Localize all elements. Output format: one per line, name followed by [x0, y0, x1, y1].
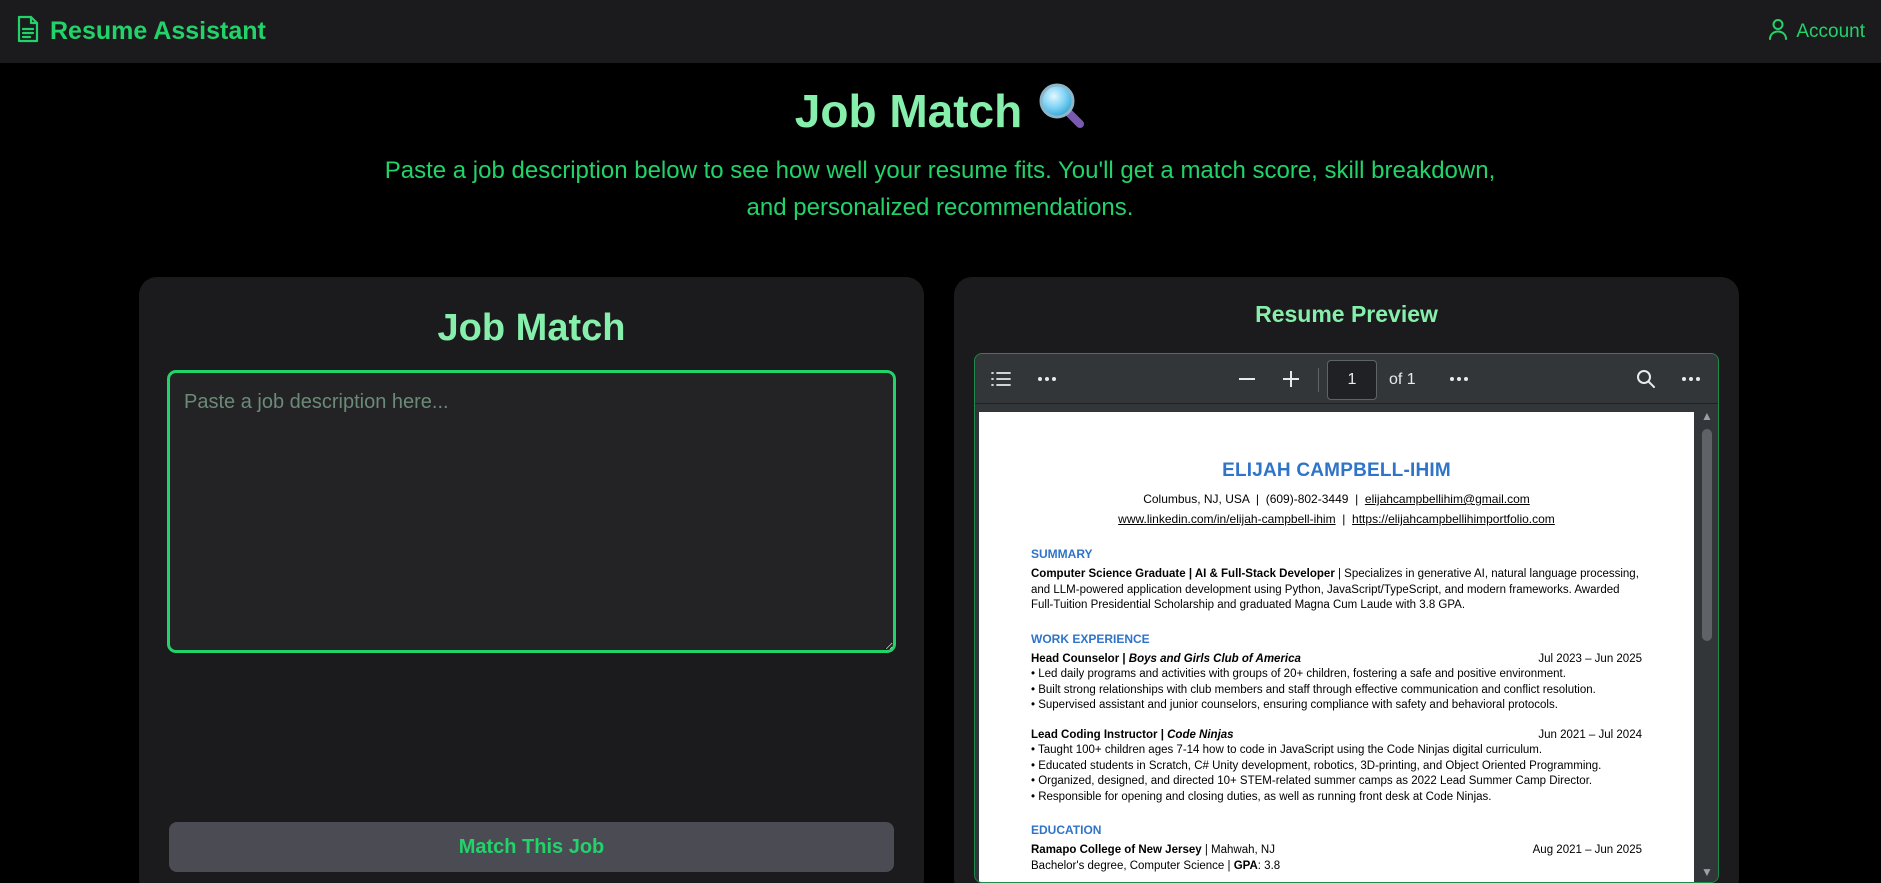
resume-email-link[interactable]: elijahcampbellihim@gmail.com	[1365, 492, 1530, 506]
resume-phone: (609)-802-3449	[1265, 492, 1349, 506]
resume-portfolio-link[interactable]: https://elijahcampbellihimportfolio.com	[1352, 512, 1555, 526]
resume-education-entry: Ramapo College of New Jersey | Mahwah, N…	[1031, 843, 1642, 874]
resume-gpa-label: GPA	[1233, 859, 1258, 872]
toolbar-divider	[1318, 368, 1319, 392]
pdf-document-area: ELIJAH CAMPBELL-IHIM Columbus, NJ, USA |…	[975, 405, 1718, 882]
resume-job-title: Head Counselor |	[1031, 652, 1129, 665]
job-match-title: Job Match	[437, 307, 626, 349]
job-match-panel: Job Match Match This Job	[139, 277, 924, 883]
magnifier-icon	[1036, 80, 1086, 141]
resume-preview-panel: Resume Preview of 1	[954, 277, 1739, 883]
resume-job-bullet: • Taught 100+ children ages 7-14 how to …	[1031, 744, 1543, 756]
resume-summary: Computer Science Graduate | AI & Full-St…	[1031, 567, 1642, 614]
resume-linkedin-link[interactable]: www.linkedin.com/in/elijah-campbell-ihim	[1118, 512, 1335, 526]
zoom-out-icon[interactable]	[1233, 366, 1261, 392]
resume-job-bullet: • Educated students in Scratch, C# Unity…	[1031, 759, 1602, 772]
account-label: Account	[1796, 20, 1865, 42]
page-subtitle: Paste a job description below to see how…	[384, 157, 1496, 221]
resume-gpa-value: : 3.8	[1257, 859, 1281, 872]
brand-link[interactable]: Resume Assistant	[16, 15, 266, 48]
resume-degree: Bachelor's degree, Computer Science |	[1031, 859, 1234, 872]
resume-location: Columbus, NJ, USA	[1143, 492, 1250, 506]
resume-school: Ramapo College of New Jersey	[1031, 844, 1202, 856]
resume-job-title: Lead Coding Instructor |	[1031, 728, 1168, 741]
top-nav: Resume Assistant Account	[0, 0, 1881, 63]
page-title-text: Job Match	[794, 84, 1023, 137]
resume-summary-headline: Computer Science Graduate | AI & Full-St…	[1031, 568, 1335, 580]
zoom-in-icon[interactable]	[1277, 366, 1305, 392]
scrollbar-thumb[interactable]	[1702, 429, 1712, 641]
more-page-options-icon[interactable]	[1445, 366, 1473, 392]
resume-job-bullet: • Responsible for opening and closing du…	[1031, 790, 1492, 803]
search-icon[interactable]	[1632, 366, 1660, 392]
page-title: Job Match	[0, 80, 1881, 141]
document-icon	[16, 15, 40, 48]
resume-school-dates: Aug 2021 – Jun 2025	[1532, 844, 1642, 856]
resume-job-dates: Jun 2021 – Jul 2024	[1538, 728, 1642, 741]
outline-list-icon[interactable]	[987, 366, 1015, 392]
resume-job-dates: Jul 2023 – Jun 2025	[1538, 652, 1642, 665]
resume-job-bullet: • Built strong relationships with club m…	[1031, 683, 1596, 696]
resume-job-bullet: • Organized, designed, and directed 10+ …	[1031, 775, 1593, 787]
viewer-menu-icon[interactable]	[1677, 366, 1705, 392]
resume-job-entry: Head Counselor | Boys and Girls Club of …	[1031, 652, 1642, 714]
page-count: of 1	[1389, 371, 1416, 388]
resume-job-entry: Lead Coding Instructor | Code Ninjas Jun…	[1031, 728, 1642, 806]
job-description-input[interactable]	[167, 370, 896, 653]
resume-job-org: Boys and Girls Club of America	[1128, 652, 1301, 665]
resume-contact: Columbus, NJ, USA | (609)-802-3449 | eli…	[1118, 492, 1555, 526]
user-icon	[1768, 18, 1788, 46]
resume-school-location: | Mahwah, NJ	[1201, 844, 1275, 856]
pdf-viewer: of 1 ELIJAH CAMPBELL-IHIM Columbus, NJ, …	[974, 353, 1719, 883]
more-options-icon[interactable]	[1033, 366, 1061, 392]
match-job-button[interactable]: Match This Job	[169, 822, 894, 872]
pdf-toolbar: of 1	[975, 354, 1718, 404]
scroll-up-arrow-icon[interactable]: ▲	[1700, 409, 1714, 423]
resume-preview-title: Resume Preview	[1255, 301, 1438, 327]
resume-page: ELIJAH CAMPBELL-IHIM Columbus, NJ, USA |…	[979, 412, 1694, 882]
pdf-scrollbar[interactable]: ▲ ▼	[1696, 405, 1718, 882]
account-link[interactable]: Account	[1768, 18, 1865, 46]
resume-job-bullet: • Supervised assistant and junior counse…	[1031, 699, 1558, 711]
resume-summary-heading: SUMMARY	[1031, 547, 1093, 561]
brand-name: Resume Assistant	[50, 17, 266, 45]
resume-work-heading: WORK EXPERIENCE	[1031, 631, 1150, 646]
resume-education-heading: EDUCATION	[1031, 823, 1102, 837]
resume-job-bullet: • Led daily programs and activities with…	[1031, 668, 1566, 680]
resume-job-org: Code Ninjas	[1167, 728, 1234, 741]
resume-name: ELIJAH CAMPBELL-IHIM	[1222, 460, 1451, 481]
scroll-down-arrow-icon[interactable]: ▼	[1700, 865, 1714, 879]
page-number-input[interactable]	[1327, 360, 1377, 400]
